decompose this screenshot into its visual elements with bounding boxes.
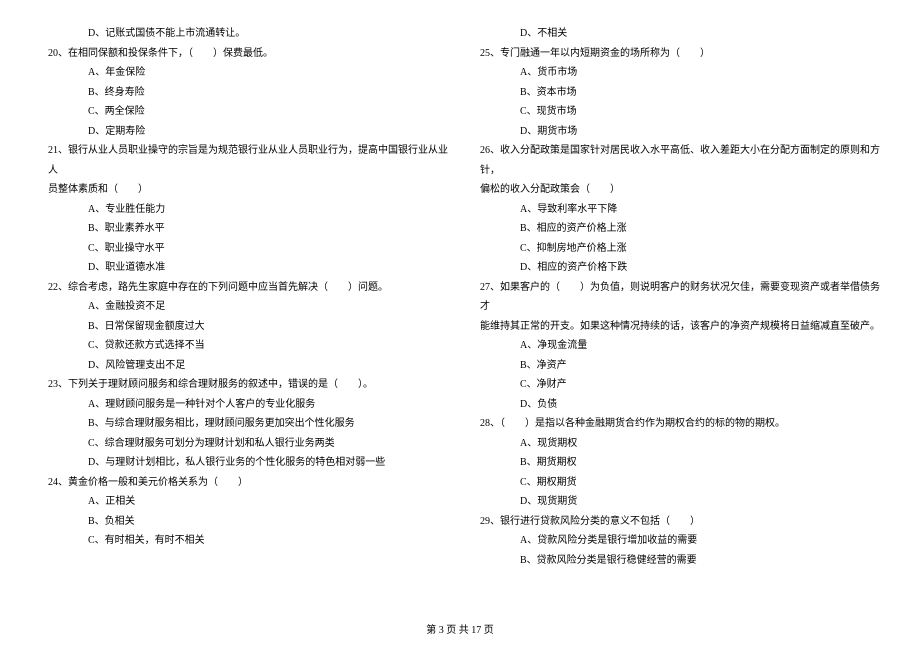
q29-stem: 29、银行进行贷款风险分类的意义不包括（ ） bbox=[480, 512, 880, 532]
q27-stem: 27、如果客户的（ ）为负值，则说明客户的财务状况欠佳，需要变现资产或者举借债务… bbox=[480, 278, 880, 317]
q20-option-c: C、两全保险 bbox=[88, 102, 448, 122]
q27-stem-cont: 能维持其正常的开支。如果这种情况持续的话，该客户的净资产规模将日益缩减直至破产。 bbox=[480, 317, 880, 337]
q21-stem-cont: 员整体素质和（ ） bbox=[48, 180, 448, 200]
q26-option-a: A、导致利率水平下降 bbox=[520, 200, 880, 220]
q23-option-b: B、与综合理财服务相比，理财顾问服务更加突出个性化服务 bbox=[88, 414, 448, 434]
q25-stem: 25、专门融通一年以内短期资金的场所称为（ ） bbox=[480, 44, 880, 64]
q28-option-b: B、期货期权 bbox=[520, 453, 880, 473]
q21-option-c: C、职业操守水平 bbox=[88, 239, 448, 259]
q26-stem-cont: 偏松的收入分配政策会（ ） bbox=[480, 180, 880, 200]
q20-stem: 20、在相同保额和投保条件下，（ ）保费最低。 bbox=[48, 44, 448, 64]
q25-option-a: A、货币市场 bbox=[520, 63, 880, 83]
q25-option-b: B、资本市场 bbox=[520, 83, 880, 103]
q26-option-b: B、相应的资产价格上涨 bbox=[520, 219, 880, 239]
q26-option-c: C、抑制房地产价格上涨 bbox=[520, 239, 880, 259]
q27-option-d: D、负债 bbox=[520, 395, 880, 415]
q23-option-a: A、理财顾问服务是一种针对个人客户的专业化服务 bbox=[88, 395, 448, 415]
left-column: D、记账式国债不能上市流通转让。 20、在相同保额和投保条件下，（ ）保费最低。… bbox=[40, 24, 448, 570]
q23-option-c: C、综合理财服务可划分为理财计划和私人银行业务两类 bbox=[88, 434, 448, 454]
q28-option-d: D、现货期货 bbox=[520, 492, 880, 512]
q27-option-c: C、净财产 bbox=[520, 375, 880, 395]
q27-option-a: A、净现金流量 bbox=[520, 336, 880, 356]
q26-option-d: D、相应的资产价格下跌 bbox=[520, 258, 880, 278]
q22-option-d: D、风险管理支出不足 bbox=[88, 356, 448, 376]
q22-option-a: A、金融投资不足 bbox=[88, 297, 448, 317]
q26-stem: 26、收入分配政策是国家针对居民收入水平高低、收入差距大小在分配方面制定的原则和… bbox=[480, 141, 880, 180]
q24-option-d: D、不相关 bbox=[520, 24, 880, 44]
q27-option-b: B、净资产 bbox=[520, 356, 880, 376]
q22-option-c: C、贷款还款方式选择不当 bbox=[88, 336, 448, 356]
q23-option-d: D、与理财计划相比，私人银行业务的个性化服务的特色相对弱一些 bbox=[88, 453, 448, 473]
right-column: D、不相关 25、专门融通一年以内短期资金的场所称为（ ） A、货币市场 B、资… bbox=[472, 24, 880, 570]
q22-option-b: B、日常保留现金额度过大 bbox=[88, 317, 448, 337]
q20-option-b: B、终身寿险 bbox=[88, 83, 448, 103]
q29-option-b: B、贷款风险分类是银行稳健经营的需要 bbox=[520, 551, 880, 571]
q24-option-b: B、负相关 bbox=[88, 512, 448, 532]
q28-option-c: C、期权期货 bbox=[520, 473, 880, 493]
q24-option-a: A、正相关 bbox=[88, 492, 448, 512]
q20-option-a: A、年金保险 bbox=[88, 63, 448, 83]
q24-option-c: C、有时相关，有时不相关 bbox=[88, 531, 448, 551]
q24-stem: 24、黄金价格一般和美元价格关系为（ ） bbox=[48, 473, 448, 493]
q25-option-d: D、期货市场 bbox=[520, 122, 880, 142]
q20-option-d: D、定期寿险 bbox=[88, 122, 448, 142]
q23-stem: 23、下列关于理财顾问服务和综合理财服务的叙述中，错误的是（ ）。 bbox=[48, 375, 448, 395]
q25-option-c: C、现货市场 bbox=[520, 102, 880, 122]
q29-option-a: A、贷款风险分类是银行增加收益的需要 bbox=[520, 531, 880, 551]
q19-option-d: D、记账式国债不能上市流通转让。 bbox=[88, 24, 448, 44]
q21-stem: 21、银行从业人员职业操守的宗旨是为规范银行业从业人员职业行为，提高中国银行业从… bbox=[48, 141, 448, 180]
q21-option-d: D、职业道德水准 bbox=[88, 258, 448, 278]
q22-stem: 22、综合考虑，路先生家庭中存在的下列问题中应当首先解决（ ）问题。 bbox=[48, 278, 448, 298]
page-footer: 第 3 页 共 17 页 bbox=[0, 621, 920, 636]
q21-option-a: A、专业胜任能力 bbox=[88, 200, 448, 220]
q28-stem: 28、（ ）是指以各种金融期货合约作为期权合约的标的物的期权。 bbox=[480, 414, 880, 434]
q28-option-a: A、现货期权 bbox=[520, 434, 880, 454]
q21-option-b: B、职业素养水平 bbox=[88, 219, 448, 239]
